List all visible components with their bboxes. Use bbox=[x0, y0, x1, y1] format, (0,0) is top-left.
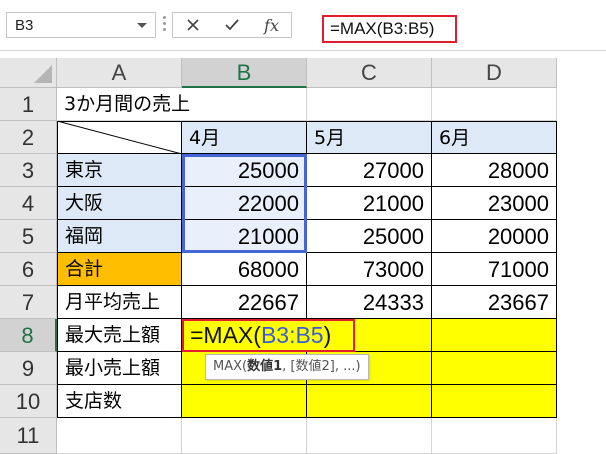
row-header-7[interactable]: 7 bbox=[0, 286, 57, 319]
close-icon bbox=[186, 19, 199, 31]
row-header-6[interactable]: 6 bbox=[0, 253, 57, 286]
tooltip-arg1[interactable]: 数値1 bbox=[247, 359, 282, 374]
formula-range-highlight bbox=[182, 154, 307, 253]
cell-c4[interactable]: 21000 bbox=[307, 187, 432, 220]
cell-d7[interactable]: 23667 bbox=[432, 286, 557, 319]
row-header-3[interactable]: 3 bbox=[0, 154, 57, 187]
cell-b2[interactable]: 4月 bbox=[182, 121, 307, 154]
cell-d8[interactable] bbox=[432, 319, 557, 352]
cell-b6[interactable]: 68000 bbox=[182, 253, 307, 286]
cell-d1[interactable] bbox=[432, 88, 557, 121]
cell-c7[interactable]: 24333 bbox=[307, 286, 432, 319]
formula-bar: B3 fx =MAX(B3:B5) bbox=[0, 0, 606, 51]
cell-a1[interactable]: 3か月間の売上 bbox=[57, 88, 190, 121]
cancel-button[interactable] bbox=[172, 12, 212, 38]
row-header-2[interactable]: 2 bbox=[0, 121, 57, 154]
cell-d10[interactable] bbox=[432, 385, 557, 418]
formula-text: =MAX(B3:B5) bbox=[330, 19, 435, 38]
cell-d11[interactable] bbox=[432, 418, 557, 454]
cell-a4[interactable]: 大阪 bbox=[57, 187, 182, 220]
select-all-corner[interactable] bbox=[0, 58, 57, 88]
cell-b7[interactable]: 22667 bbox=[182, 286, 307, 319]
row-header-11[interactable]: 11 bbox=[0, 418, 57, 454]
cell-a6[interactable]: 合計 bbox=[57, 253, 182, 286]
cell-b11[interactable] bbox=[182, 418, 307, 454]
cell-a5[interactable]: 福岡 bbox=[57, 220, 182, 253]
column-header-a[interactable]: A bbox=[57, 58, 182, 88]
cell-d6[interactable]: 71000 bbox=[432, 253, 557, 286]
row-header-10[interactable]: 10 bbox=[0, 385, 57, 418]
cell-c6[interactable]: 73000 bbox=[307, 253, 432, 286]
function-tooltip: MAX(数値1, [数値2], ...) bbox=[205, 354, 369, 380]
cell-c10[interactable] bbox=[307, 385, 432, 418]
cell-a11[interactable] bbox=[57, 418, 182, 454]
name-box-value: B3 bbox=[15, 17, 34, 34]
cell-a3[interactable]: 東京 bbox=[57, 154, 182, 187]
column-header-b[interactable]: B bbox=[182, 58, 307, 88]
column-header-c[interactable]: C bbox=[307, 58, 432, 88]
cell-a10[interactable]: 支店数 bbox=[57, 385, 182, 418]
range-reference: B3:B5 bbox=[260, 322, 324, 348]
cell-b10[interactable] bbox=[182, 385, 307, 418]
column-header-d[interactable]: D bbox=[432, 58, 557, 88]
diagonal-line bbox=[57, 121, 182, 154]
cell-d2[interactable]: 6月 bbox=[432, 121, 557, 154]
drag-handle-icon[interactable] bbox=[163, 16, 167, 34]
insert-function-button[interactable]: fx bbox=[252, 12, 292, 38]
cell-d4[interactable]: 23000 bbox=[432, 187, 557, 220]
name-box[interactable]: B3 bbox=[6, 12, 156, 38]
cell-a8[interactable]: 最大売上額 bbox=[57, 319, 182, 352]
row-header-4[interactable]: 4 bbox=[0, 187, 57, 220]
cell-c11[interactable] bbox=[307, 418, 432, 454]
enter-button[interactable] bbox=[212, 12, 252, 38]
cell-c3[interactable]: 27000 bbox=[307, 154, 432, 187]
chevron-down-icon[interactable] bbox=[137, 23, 147, 28]
fx-icon: fx bbox=[264, 15, 279, 35]
cell-a2-diagonal[interactable] bbox=[57, 121, 182, 154]
cell-a7[interactable]: 月平均売上 bbox=[57, 286, 182, 319]
cell-b8-editing[interactable]: =MAX(B3:B5) bbox=[182, 319, 355, 352]
cell-c5[interactable]: 25000 bbox=[307, 220, 432, 253]
cell-c1[interactable] bbox=[307, 88, 432, 121]
cell-b1[interactable] bbox=[182, 88, 307, 121]
cell-edit-formula: =MAX(B3:B5) bbox=[190, 322, 332, 348]
cell-d3[interactable]: 28000 bbox=[432, 154, 557, 187]
cell-c2[interactable]: 5月 bbox=[307, 121, 432, 154]
cell-d5[interactable]: 20000 bbox=[432, 220, 557, 253]
cell-a9[interactable]: 最小売上額 bbox=[57, 352, 182, 385]
check-icon bbox=[225, 19, 239, 31]
row-header-8[interactable]: 8 bbox=[0, 319, 57, 352]
formula-input[interactable]: =MAX(B3:B5) bbox=[322, 15, 457, 43]
cell-d9[interactable] bbox=[432, 352, 557, 385]
row-header-5[interactable]: 5 bbox=[0, 220, 57, 253]
row-header-9[interactable]: 9 bbox=[0, 352, 57, 385]
row-header-1[interactable]: 1 bbox=[0, 88, 57, 121]
